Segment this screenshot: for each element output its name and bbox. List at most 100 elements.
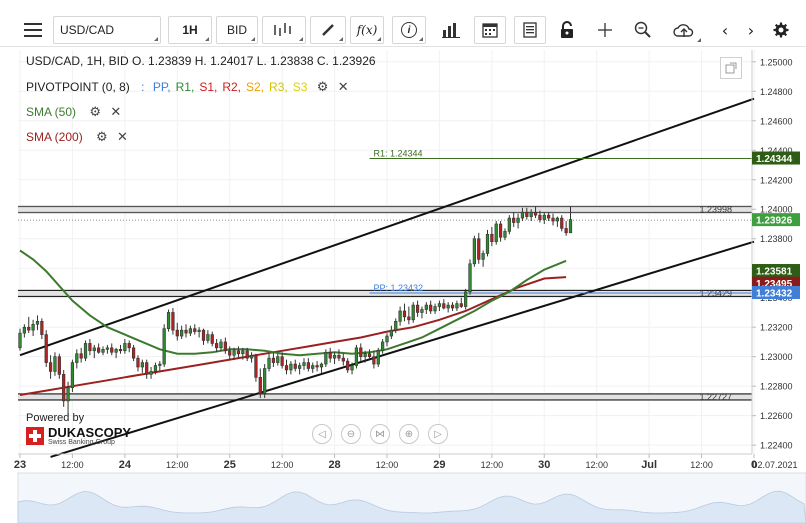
candle-body [446, 304, 450, 309]
sma200-legend: SMA (200) ⚙ ✕ [26, 130, 128, 145]
dukascopy-logo: Powered by DUKASCOPY Swiss Banking Group [26, 412, 131, 446]
candle-body [394, 320, 398, 331]
expand-button[interactable] [720, 57, 742, 79]
zoom-in-button[interactable]: ⊕ [399, 424, 419, 444]
candle-body [210, 334, 214, 344]
y-tick-label: 1.23000 [760, 352, 793, 362]
reset-zoom-button[interactable]: ⋈ [370, 424, 390, 444]
y-tick-label: 1.24200 [760, 175, 793, 185]
close-icon[interactable]: ✕ [338, 80, 349, 95]
x-tick-label: 12:00 [585, 460, 608, 470]
candle-body [398, 310, 402, 322]
candle-body [263, 368, 267, 394]
candle-body [359, 347, 363, 357]
candle-body [332, 354, 337, 359]
candle-body [472, 238, 476, 265]
y-tick-label: 1.23800 [760, 234, 793, 244]
candle-body [494, 223, 498, 242]
candle-body [306, 362, 310, 369]
candle-body [201, 329, 206, 341]
candle-body [547, 214, 551, 219]
price-tags: 1.243441.239261.235811.234951.23432 [752, 151, 800, 299]
y-tick-label: 1.22600 [760, 411, 793, 421]
candle-body [214, 343, 219, 349]
zoom-out-button[interactable]: ⊖ [341, 424, 361, 444]
gear-icon[interactable]: ⚙ [89, 105, 101, 120]
candle-body [118, 349, 123, 352]
candle-body [66, 387, 70, 402]
candle-body [459, 303, 463, 307]
candle-body [31, 323, 35, 331]
candle-body [455, 303, 459, 309]
candle-body [503, 231, 507, 238]
pivot-item-2: S1, [199, 80, 218, 94]
gear-icon[interactable]: ⚙ [317, 80, 329, 95]
candle-body [298, 365, 302, 369]
pivot-legend: PIVOTPOINT (0, 8) : PP, R1, S1, R2, S2, R3, S3… [26, 80, 349, 95]
candle-body [136, 357, 140, 368]
candle-body [92, 347, 96, 352]
candle-body [197, 329, 201, 332]
x-tick-label: 12:00 [690, 460, 713, 470]
candle-body [114, 349, 118, 353]
logo-brand: DUKASCOPY [48, 425, 132, 440]
chart-nav-buttons: ◁ ⊖ ⋈ ⊕ ▷ [312, 424, 448, 446]
pivot-item-6: S3 [292, 80, 308, 94]
candle-body [241, 350, 245, 355]
candle-body [22, 326, 26, 334]
level-label: 1.23998 [699, 205, 732, 215]
triangle-left-icon: ◁ [318, 428, 326, 440]
candle-body [70, 362, 75, 388]
candle-body [324, 351, 328, 365]
navigator[interactable] [17, 472, 806, 523]
candle-body [363, 353, 367, 357]
y-tick-label: 1.24600 [760, 116, 793, 126]
price-axis: 1.250001.248001.246001.244001.242001.240… [751, 50, 793, 454]
level-label: 1.22727 [699, 392, 732, 402]
swiss-cross-icon [26, 427, 44, 445]
candle-body [477, 238, 481, 260]
sma50-label: SMA (50) [26, 105, 77, 119]
close-icon[interactable]: ✕ [110, 105, 121, 120]
candle-body [372, 356, 376, 365]
pivot-item-3: R2, [222, 80, 242, 94]
triangle-right-icon: ▷ [434, 428, 442, 440]
scroll-right-button[interactable]: ▷ [428, 424, 448, 444]
candle-body [271, 357, 276, 363]
pivot-title: PIVOTPOINT (0, 8) [26, 80, 130, 94]
candle-body [284, 365, 289, 371]
candle-body [354, 347, 359, 366]
pivot-item-0: PP, [152, 80, 171, 94]
candle-body [18, 332, 22, 349]
pivot-item-5: R3, [269, 80, 288, 94]
candle-body [498, 223, 503, 238]
logo-brand-row: DUKASCOPY Swiss Banking Group [26, 426, 131, 446]
gear-icon[interactable]: ⚙ [96, 130, 108, 145]
candle-body [223, 341, 227, 352]
candle-body [533, 211, 538, 216]
candle-body [293, 363, 297, 369]
close-icon[interactable]: ✕ [117, 130, 128, 145]
x-tick-label: 23 [14, 459, 26, 471]
pivot-item-4: S2, [246, 80, 265, 94]
candle-body [219, 341, 223, 349]
candle-body [311, 365, 315, 369]
y-tick-label: 1.25000 [760, 57, 793, 67]
candle-body [389, 329, 393, 337]
candle-body [551, 217, 555, 222]
candle-body [346, 360, 350, 371]
candle-body [245, 350, 249, 359]
candle-body [516, 217, 520, 223]
scroll-left-button[interactable]: ◁ [312, 424, 332, 444]
candle-body [40, 320, 44, 335]
candle-body [429, 304, 433, 312]
candle-body [127, 343, 131, 349]
candle-body [350, 365, 354, 371]
candle-body [162, 328, 166, 365]
candle-body [420, 309, 424, 313]
sma200-label: SMA (200) [26, 130, 83, 144]
x-tick-label: 12:00 [481, 460, 504, 470]
candle-body [175, 329, 179, 337]
candle-body [376, 350, 380, 365]
candle-body [57, 356, 61, 375]
